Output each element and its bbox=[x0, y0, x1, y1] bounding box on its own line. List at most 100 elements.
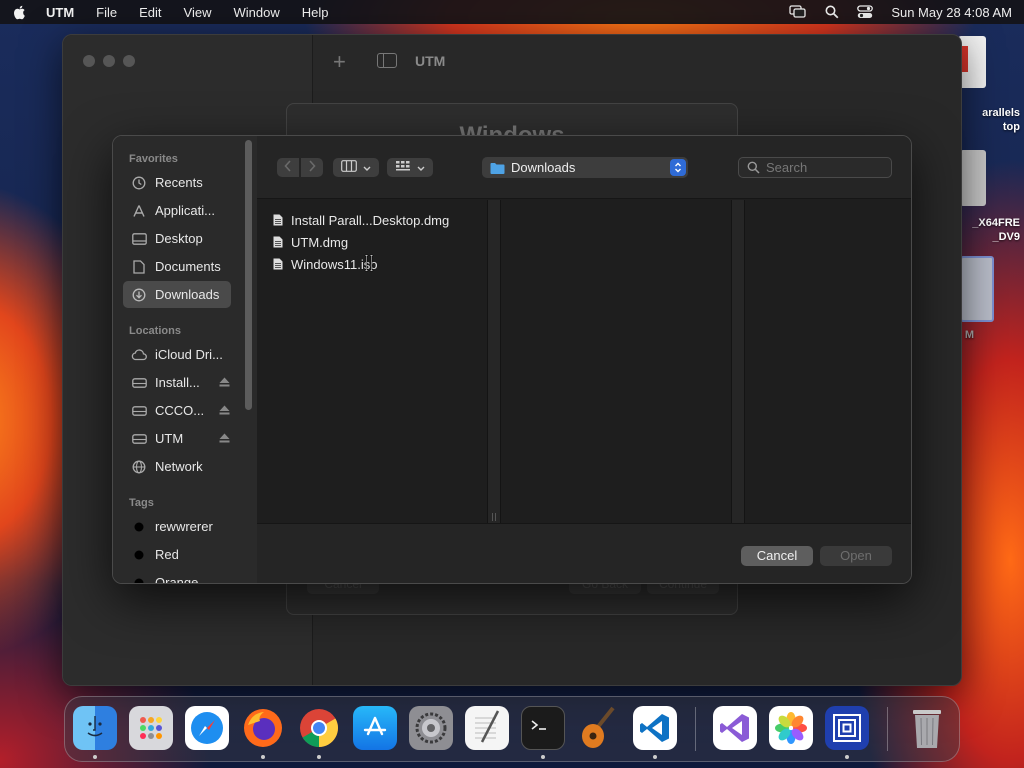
location-label: Downloads bbox=[511, 160, 576, 175]
file-row[interactable]: Install Parall...Desktop.dmg bbox=[273, 210, 449, 230]
menu-file[interactable]: File bbox=[96, 5, 117, 20]
grid-icon bbox=[395, 160, 411, 175]
dialog-button-bar: Cancel Open bbox=[257, 523, 911, 583]
dock-separator bbox=[887, 707, 888, 751]
desktop-file-thumbnail[interactable] bbox=[958, 36, 986, 88]
location-popup[interactable]: Downloads bbox=[482, 157, 688, 178]
safari-icon[interactable] bbox=[185, 706, 229, 750]
utm-app-icon[interactable] bbox=[825, 706, 869, 750]
sidebar-tag-orange[interactable]: Orange bbox=[123, 569, 231, 583]
sidebar-item-icloud[interactable]: iCloud Dri... bbox=[123, 341, 231, 368]
file-row[interactable]: UTM.dmg bbox=[273, 232, 348, 252]
visual-studio-icon[interactable] bbox=[713, 706, 757, 750]
finder-icon[interactable] bbox=[73, 706, 117, 750]
popup-stepper-icon bbox=[670, 159, 686, 176]
screen-mirroring-icon[interactable] bbox=[789, 5, 807, 19]
running-indicator bbox=[541, 755, 545, 759]
file-name: Install Parall...Desktop.dmg bbox=[291, 212, 450, 228]
forward-button[interactable] bbox=[301, 158, 323, 177]
menu-edit[interactable]: Edit bbox=[139, 5, 161, 20]
sidebar-item-label: Documents bbox=[155, 259, 221, 274]
column-resizer[interactable] bbox=[487, 200, 501, 523]
search-input[interactable] bbox=[766, 160, 886, 175]
desktop-label-line: _X64FRE bbox=[972, 217, 1020, 229]
dock bbox=[64, 696, 960, 762]
drive-icon bbox=[131, 431, 147, 447]
running-indicator bbox=[317, 755, 321, 759]
terminal-icon[interactable] bbox=[521, 706, 565, 750]
window-close-button[interactable] bbox=[83, 55, 95, 67]
desktop-app-thumbnail[interactable] bbox=[960, 256, 994, 322]
column-view-button[interactable] bbox=[333, 158, 379, 177]
control-center-icon[interactable] bbox=[857, 5, 874, 19]
eject-icon[interactable] bbox=[219, 375, 231, 390]
sidebar-item-desktop[interactable]: Desktop bbox=[123, 225, 231, 252]
sidebar-item-downloads[interactable]: Downloads bbox=[123, 281, 231, 308]
group-view-button[interactable] bbox=[387, 158, 433, 177]
file-icon bbox=[273, 236, 283, 248]
downloads-icon bbox=[131, 287, 147, 303]
file-row[interactable]: Windows11.iso bbox=[273, 254, 377, 274]
running-indicator bbox=[653, 755, 657, 759]
sidebar-item-ccco-volume[interactable]: CCCO... bbox=[123, 397, 231, 424]
preview-column bbox=[745, 200, 911, 523]
desktop-label-line: top bbox=[1002, 121, 1020, 133]
drive-icon bbox=[131, 403, 147, 419]
applications-icon bbox=[131, 203, 147, 219]
window-zoom-button[interactable] bbox=[123, 55, 135, 67]
add-vm-icon[interactable]: + bbox=[333, 49, 346, 75]
textedit-icon[interactable] bbox=[465, 706, 509, 750]
menu-clock[interactable]: Sun May 28 4:08 AM bbox=[891, 5, 1012, 20]
tag-dot-icon bbox=[131, 547, 147, 563]
menu-app-name[interactable]: UTM bbox=[46, 5, 74, 20]
open-button[interactable]: Open bbox=[820, 546, 892, 566]
sidebar-item-install-volume[interactable]: Install... bbox=[123, 369, 231, 396]
sidebar-scrollbar[interactable] bbox=[245, 140, 252, 410]
firefox-icon[interactable] bbox=[241, 706, 285, 750]
eject-icon[interactable] bbox=[219, 403, 231, 418]
sidebar-item-utm-volume[interactable]: UTM bbox=[123, 425, 231, 452]
garageband-icon[interactable] bbox=[577, 706, 621, 750]
menu-view[interactable]: View bbox=[184, 5, 212, 20]
window-minimize-button[interactable] bbox=[103, 55, 115, 67]
back-button[interactable] bbox=[277, 158, 299, 177]
file-icon bbox=[273, 214, 283, 226]
search-field[interactable] bbox=[738, 157, 892, 178]
chrome-icon[interactable] bbox=[297, 706, 341, 750]
sidebar-item-label: CCCO... bbox=[155, 403, 205, 418]
favorites-header: Favorites bbox=[129, 153, 178, 165]
vscode-icon[interactable] bbox=[633, 706, 677, 750]
desktop-label-iso[interactable]: _X64FRE _DV9 bbox=[956, 216, 1020, 244]
sidebar-item-recents[interactable]: Recents bbox=[123, 169, 231, 196]
system-settings-icon[interactable] bbox=[409, 706, 453, 750]
spotlight-search-icon[interactable] bbox=[825, 5, 839, 19]
sidebar-item-applications[interactable]: Applicati... bbox=[123, 197, 231, 224]
sidebar-toggle-icon[interactable] bbox=[377, 53, 397, 68]
sidebar-item-network[interactable]: Network bbox=[123, 453, 231, 480]
eject-icon[interactable] bbox=[219, 431, 231, 446]
apple-menu-icon[interactable] bbox=[12, 4, 28, 20]
cancel-button[interactable]: Cancel bbox=[741, 546, 813, 566]
file-icon bbox=[273, 258, 283, 270]
desktop-disk-image-thumbnail[interactable] bbox=[960, 150, 986, 206]
column-resizer[interactable] bbox=[731, 200, 745, 523]
launchpad-icon[interactable] bbox=[129, 706, 173, 750]
photos-icon[interactable] bbox=[769, 706, 813, 750]
running-indicator bbox=[261, 755, 265, 759]
sidebar-tag-red[interactable]: Red bbox=[123, 541, 231, 568]
menu-window[interactable]: Window bbox=[233, 5, 279, 20]
columns-icon bbox=[341, 160, 357, 175]
sidebar-item-documents[interactable]: Documents bbox=[123, 253, 231, 280]
tags-header: Tags bbox=[129, 497, 154, 509]
drive-icon bbox=[131, 375, 147, 391]
window-title: UTM bbox=[415, 53, 446, 69]
sidebar-item-label: Network bbox=[155, 459, 203, 474]
running-indicator bbox=[93, 755, 97, 759]
trash-icon[interactable] bbox=[905, 706, 949, 750]
locations-header: Locations bbox=[129, 325, 181, 337]
desktop-label-parallels[interactable]: arallels top bbox=[956, 106, 1020, 134]
menu-help[interactable]: Help bbox=[302, 5, 329, 20]
sidebar-tag-rewwrerer[interactable]: rewwrerer bbox=[123, 513, 231, 540]
app-store-icon[interactable] bbox=[353, 706, 397, 750]
file-name: UTM.dmg bbox=[291, 234, 349, 250]
